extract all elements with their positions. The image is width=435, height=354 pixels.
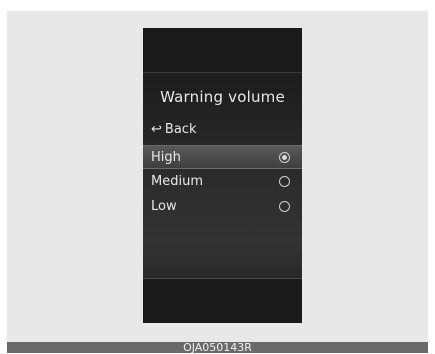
back-arrow-icon: ↩ [151,122,162,137]
back-label: Back [164,122,197,137]
screen-header-area [143,28,302,73]
option-label: Medium [151,174,203,189]
radio-unselected-icon [279,201,290,212]
option-high[interactable]: High [143,145,302,169]
radio-unselected-icon [279,176,290,187]
radio-selected-icon [279,152,290,163]
back-button[interactable]: ↩ Back [151,122,196,137]
option-label: High [151,150,181,165]
option-label: Low [151,199,177,214]
option-medium[interactable]: Medium [143,170,302,194]
page-title: Warning volume [160,88,285,106]
option-low[interactable]: Low [143,195,302,219]
display-screen: Warning volume ↩ Back High Medium Low [143,28,302,323]
screen-footer-area [143,278,302,323]
figure-caption: OJA050143R [183,341,252,354]
